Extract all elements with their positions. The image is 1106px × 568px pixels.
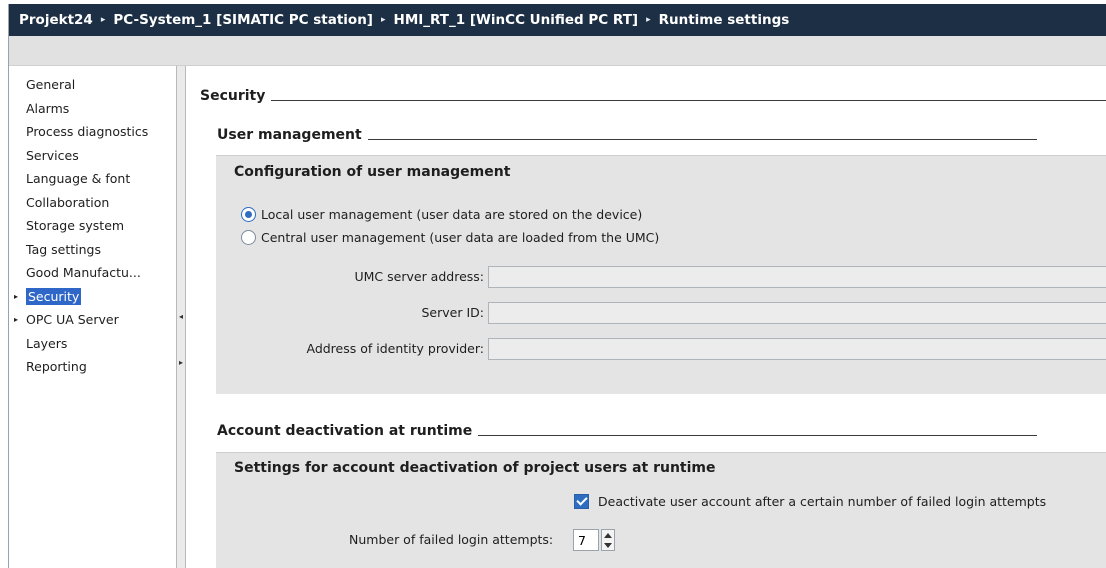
section-title: User management — [217, 127, 362, 143]
radio-label: Central user management (user data are l… — [261, 230, 660, 245]
umc-server-address-input[interactable] — [488, 266, 1106, 288]
failed-attempts-label: Number of failed login attempts: — [349, 532, 554, 547]
failed-attempts-input[interactable] — [573, 529, 599, 551]
section-header-security: Security — [200, 88, 1106, 104]
spinner-up-icon[interactable] — [604, 532, 612, 538]
section-title: Account deactivation at runtime — [217, 423, 473, 439]
identity-provider-address-label: Address of identity provider: — [306, 341, 484, 356]
runtime-settings-window: Projekt24 ▸ PC-System_1 [SIMATIC PC stat… — [8, 4, 1106, 568]
breadcrumb-separator-icon: ▸ — [646, 15, 651, 25]
group-title: Configuration of user management — [234, 164, 511, 180]
spinner-down-icon[interactable] — [604, 542, 612, 548]
nav-item-label: Process diagnostics — [26, 124, 149, 139]
radio-label: Local user management (user data are sto… — [261, 207, 643, 222]
nav-item-alarms[interactable]: Alarms — [9, 97, 177, 121]
section-title: Security — [200, 88, 266, 104]
section-rule — [271, 100, 1106, 101]
expand-arrow-icon[interactable]: ▸ — [14, 308, 18, 332]
radio-local-user-management[interactable]: Local user management (user data are sto… — [241, 207, 642, 222]
nav-item-layers[interactable]: Layers — [9, 332, 177, 356]
section-header-account-deactivation: Account deactivation at runtime — [217, 423, 1037, 439]
nav-item-label: OPC UA Server — [26, 312, 119, 327]
nav-item-good-manufacturing[interactable]: Good Manufactu... — [9, 261, 177, 285]
breadcrumb-separator-icon: ▸ — [380, 15, 386, 25]
nav-item-storage-system[interactable]: Storage system — [9, 214, 177, 238]
toolbar — [9, 36, 1106, 66]
breadcrumb-separator-icon: ▸ — [100, 15, 106, 25]
nav-item-collaboration[interactable]: Collaboration — [9, 191, 177, 215]
nav-item-label: Security — [26, 287, 82, 305]
radio-central-user-management[interactable]: Central user management (user data are l… — [241, 230, 659, 245]
server-id-input[interactable] — [488, 302, 1106, 324]
identity-provider-address-input[interactable] — [488, 338, 1106, 360]
breadcrumb: Projekt24 ▸ PC-System_1 [SIMATIC PC stat… — [9, 4, 1106, 36]
spinner-buttons[interactable] — [601, 529, 615, 551]
collapse-arrow-icon[interactable]: ◂ — [177, 312, 185, 322]
nav-item-services[interactable]: Services — [9, 144, 177, 168]
breadcrumb-pc-system[interactable]: PC-System_1 [SIMATIC PC station] — [113, 12, 373, 28]
nav-item-label: Language & font — [26, 171, 131, 186]
nav-item-label: Alarms — [26, 100, 70, 116]
failed-attempts-spinner — [573, 529, 615, 551]
nav-item-general[interactable]: General — [9, 73, 177, 97]
section-rule — [478, 435, 1037, 436]
breadcrumb-project[interactable]: Projekt24 — [19, 12, 93, 28]
nav-item-opc-ua-server[interactable]: ▸ OPC UA Server — [9, 308, 177, 332]
breadcrumb-hmi-rt[interactable]: HMI_RT_1 [WinCC Unified PC RT] — [394, 12, 639, 28]
server-id-label: Server ID: — [421, 305, 485, 320]
nav-item-label: Tag settings — [26, 241, 101, 257]
expand-arrow-icon[interactable]: ▸ — [14, 285, 18, 309]
nav-splitter[interactable]: ◂ ▸ — [176, 66, 186, 568]
nav-item-language-font[interactable]: Language & font — [9, 167, 177, 191]
checkbox-label: Deactivate user account after a certain … — [598, 494, 1047, 509]
settings-nav: General Alarms Process diagnostics Servi… — [9, 66, 177, 568]
nav-item-label: Services — [26, 147, 79, 163]
section-rule — [367, 139, 1037, 140]
nav-item-security[interactable]: ▸ Security — [9, 285, 177, 309]
nav-item-label: General — [26, 77, 76, 92]
nav-item-tag-settings[interactable]: Tag settings — [9, 238, 177, 262]
checkbox-checked-icon[interactable] — [574, 494, 589, 509]
user-management-group: Configuration of user management Local u… — [216, 155, 1106, 394]
nav-item-label: Storage system — [26, 218, 125, 233]
nav-item-label: Good Manufactu... — [26, 265, 141, 280]
nav-item-label: Layers — [26, 335, 68, 351]
deactivate-account-checkbox-row[interactable]: Deactivate user account after a certain … — [574, 494, 1046, 509]
expand-arrow-icon[interactable]: ▸ — [177, 358, 185, 368]
umc-server-address-label: UMC server address: — [354, 269, 485, 284]
nav-item-label: Collaboration — [26, 194, 110, 210]
settings-content: Security User management Configuration o… — [186, 66, 1106, 568]
nav-item-reporting[interactable]: Reporting — [9, 355, 177, 379]
section-header-user-management: User management — [217, 127, 1037, 143]
radio-unchecked-icon[interactable] — [241, 230, 256, 245]
breadcrumb-runtime-settings: Runtime settings — [658, 12, 790, 28]
account-deactivation-group: Settings for account deactivation of pro… — [216, 452, 1106, 568]
group-title: Settings for account deactivation of pro… — [234, 460, 716, 476]
radio-checked-icon[interactable] — [241, 207, 256, 222]
nav-item-label: Reporting — [26, 359, 87, 374]
nav-item-process-diagnostics[interactable]: Process diagnostics — [9, 120, 177, 144]
